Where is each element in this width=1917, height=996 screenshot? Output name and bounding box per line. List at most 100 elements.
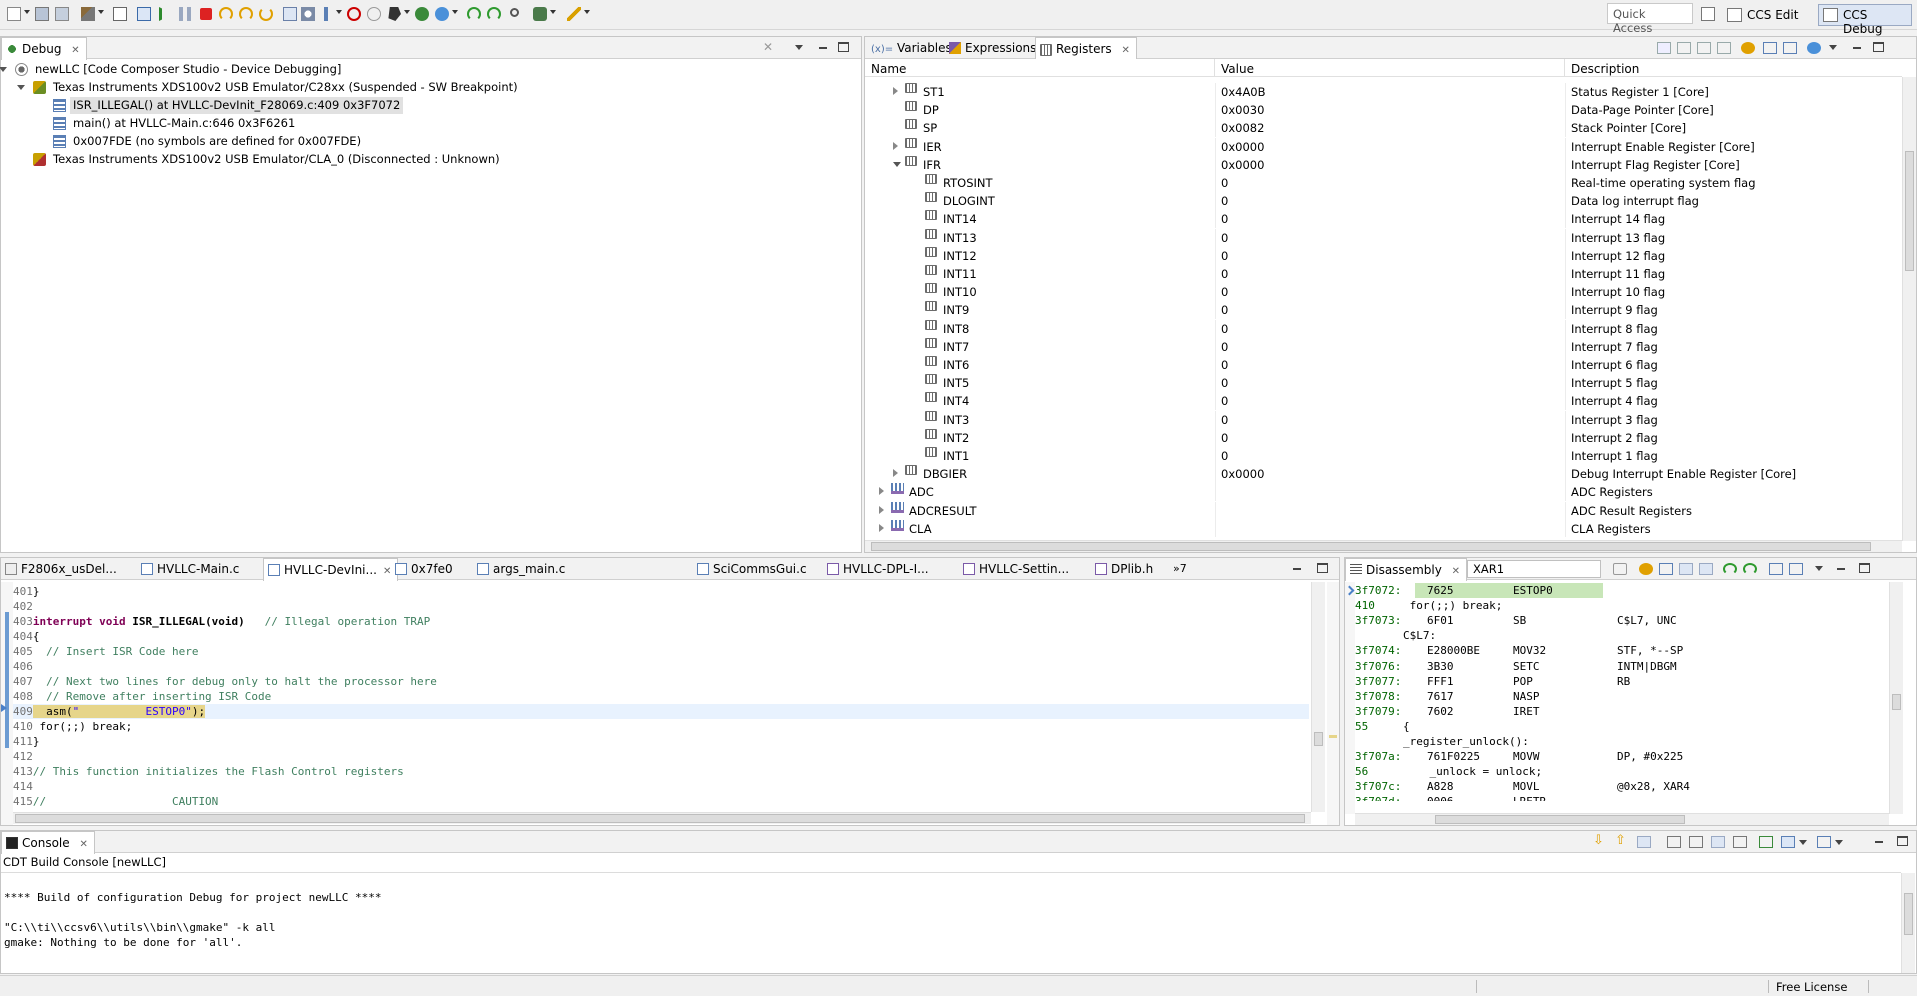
register-value[interactable]: 0x0030 (1221, 101, 1264, 119)
new-icon[interactable] (6, 6, 22, 22)
disassembly-line[interactable]: 3f7074: E28000BE MOV32 STF, *--SP (1355, 643, 1889, 658)
editor-tab[interactable]: args_main.c (473, 558, 571, 580)
editor-tab[interactable]: HVLLC-DPL-I... (823, 558, 935, 580)
word-wrap-icon[interactable] (1711, 836, 1725, 848)
reset-icon[interactable] (300, 6, 316, 22)
run-icon[interactable] (434, 6, 450, 22)
close-icon[interactable]: ✕ (1122, 45, 1130, 56)
editor-tab[interactable]: HVLLC-Main.c (137, 558, 245, 580)
code-text[interactable]: 401} 402 403interrupt void ISR_ILLEGAL(voi… (13, 584, 1313, 810)
step-asm-over-icon[interactable] (486, 6, 502, 22)
register-row[interactable]: INT8 0 Interrupt 8 flag (865, 319, 1902, 338)
maximize-icon[interactable] (838, 42, 849, 52)
register-row[interactable]: RTOSINT 0 Real-time operating system flag (865, 174, 1902, 192)
open-console-icon[interactable] (1817, 836, 1831, 848)
disassembly-line[interactable]: 3f7073: 6F01 SB C$L7, UNC (1355, 613, 1889, 628)
code-line[interactable]: 415// CAUTION (13, 794, 1309, 809)
register-row[interactable]: INT4 0 Interrupt 4 flag (865, 392, 1902, 411)
debug-tree-item[interactable]: 0x007FDE (no symbols are defined for 0x0… (1, 133, 861, 150)
save-icon[interactable] (34, 6, 50, 22)
profile-dropdown-icon[interactable] (550, 10, 556, 14)
maximize-icon[interactable] (1897, 836, 1908, 846)
close-icon[interactable]: ✕ (1452, 566, 1460, 577)
register-value[interactable]: 0 (1221, 338, 1228, 356)
minimize-icon[interactable] (1291, 563, 1303, 575)
register-row[interactable]: INT2 0 Interrupt 2 flag (865, 428, 1902, 447)
register-row[interactable]: INT9 0 Interrupt 9 flag (865, 301, 1902, 320)
register-row[interactable]: INT6 0 Interrupt 6 flag (865, 356, 1902, 374)
debug-icon[interactable] (414, 6, 430, 22)
code-line[interactable]: 411} (13, 734, 1309, 749)
register-value[interactable]: 0 (1221, 210, 1228, 228)
debug-tree-item[interactable]: ISR_ILLEGAL() at HVLLC-DevInit_F28069.c:… (1, 97, 861, 114)
code-line[interactable]: 407 // Next two lines for debug only to … (13, 674, 1309, 689)
toggle-breakpoint-icon[interactable] (346, 6, 362, 22)
disassembly-line[interactable]: 3f7078: 7617 NASP (1355, 689, 1889, 704)
register-row[interactable]: ADCRESULT ADC Result Registers (865, 501, 1902, 520)
disassembly-line[interactable]: 3f7072: 7625 ESTOP0 (1355, 583, 1889, 598)
twisty-closed-icon[interactable] (879, 487, 884, 496)
suspend-icon[interactable] (178, 6, 194, 22)
quick-access-input[interactable]: Quick Access (1607, 3, 1693, 35)
maximize-icon[interactable] (1873, 42, 1884, 52)
previous-error-icon[interactable]: ⇧ (1615, 834, 1629, 848)
editor-vertical-scrollbar[interactable] (1311, 582, 1325, 812)
disassembly-line[interactable]: C$L7: (1355, 628, 1889, 643)
copy-build-log-icon[interactable] (1733, 836, 1747, 848)
maximize-icon[interactable] (1859, 563, 1870, 573)
remove-breakpoints-icon[interactable] (366, 6, 382, 22)
register-value[interactable]: 0 (1221, 374, 1228, 392)
go-icon[interactable] (1613, 563, 1627, 575)
connect-target-icon[interactable] (386, 6, 402, 22)
tab-expressions[interactable]: Expressions (945, 37, 1042, 59)
editor-horizontal-scrollbar[interactable] (13, 812, 1311, 824)
step-into-icon[interactable] (1723, 563, 1737, 575)
disassembly-line[interactable]: 410 for(;;) break; (1355, 598, 1889, 613)
register-row[interactable]: DLOGINT 0 Data log interrupt flag (865, 192, 1902, 211)
license-status[interactable]: Free License (1776, 980, 1847, 994)
disassembly-line[interactable]: 3f707c: A828 MOVL @0x28, XAR4 (1355, 779, 1889, 794)
view-menu-icon[interactable] (795, 45, 803, 50)
tab-console[interactable]: Console ✕ (1, 831, 95, 854)
disassembly-line[interactable]: 56 _unlock = unlock; (1355, 764, 1889, 779)
code-line[interactable]: 410 for(;;) break; (13, 719, 1309, 734)
open-perspective-icon[interactable] (1700, 6, 1716, 22)
minimize-icon[interactable] (817, 42, 829, 54)
step-into-icon[interactable] (218, 6, 234, 22)
scrollbar-thumb[interactable] (1905, 151, 1914, 271)
register-row[interactable]: INT3 0 Interrupt 3 flag (865, 410, 1902, 429)
display-console-icon[interactable] (1781, 836, 1795, 848)
register-row[interactable]: SP 0x0082 Stack Pointer [Core] (865, 119, 1902, 138)
register-value[interactable]: 0x4A0B (1221, 83, 1266, 101)
disassembly-vertical-scrollbar[interactable] (1889, 582, 1903, 814)
new-view-icon[interactable] (1769, 563, 1783, 575)
code-line[interactable]: 406 (13, 659, 1309, 674)
code-line[interactable]: 405 // Insert ISR Code here (13, 644, 1309, 659)
scrollbar-thumb[interactable] (1314, 732, 1323, 746)
register-value[interactable]: 0 (1221, 301, 1228, 319)
twisty-closed-icon[interactable] (893, 87, 898, 95)
save-all-icon[interactable] (54, 6, 70, 22)
close-icon[interactable]: ✕ (71, 45, 79, 56)
disassembly-line[interactable]: 3f7076: 3B30 SETC INTM|DBGM (1355, 659, 1889, 674)
tools-icon[interactable] (566, 6, 582, 22)
pin-view-icon[interactable] (1783, 42, 1797, 54)
clear-console-icon[interactable] (1667, 836, 1681, 848)
search-icon[interactable] (508, 6, 524, 22)
register-row[interactable]: CLA CLA Registers (865, 519, 1902, 537)
tools-dropdown-icon[interactable] (584, 10, 590, 14)
register-value[interactable]: 0 (1221, 392, 1228, 410)
view-menu-icon[interactable] (1829, 45, 1837, 50)
refresh-icon[interactable] (1741, 42, 1755, 54)
run-dropdown-icon[interactable] (452, 10, 458, 14)
register-value[interactable]: 0 (1221, 174, 1228, 192)
disassembly-line[interactable]: 55 { (1355, 719, 1889, 734)
more-tabs-button[interactable]: »7 (1169, 558, 1193, 580)
location-input[interactable]: XAR1 (1467, 560, 1601, 578)
register-value[interactable]: 0x0082 (1221, 119, 1264, 137)
minimize-icon[interactable] (1873, 836, 1885, 848)
editor-tab[interactable]: 0x7fe0 (391, 558, 459, 580)
disassembly-line[interactable]: 3f7079: 7602 IRET (1355, 704, 1889, 719)
editor-tab[interactable]: HVLLC-DevIni... ✕ (263, 558, 399, 581)
tab-registers[interactable]: Registers ✕ (1035, 37, 1137, 60)
